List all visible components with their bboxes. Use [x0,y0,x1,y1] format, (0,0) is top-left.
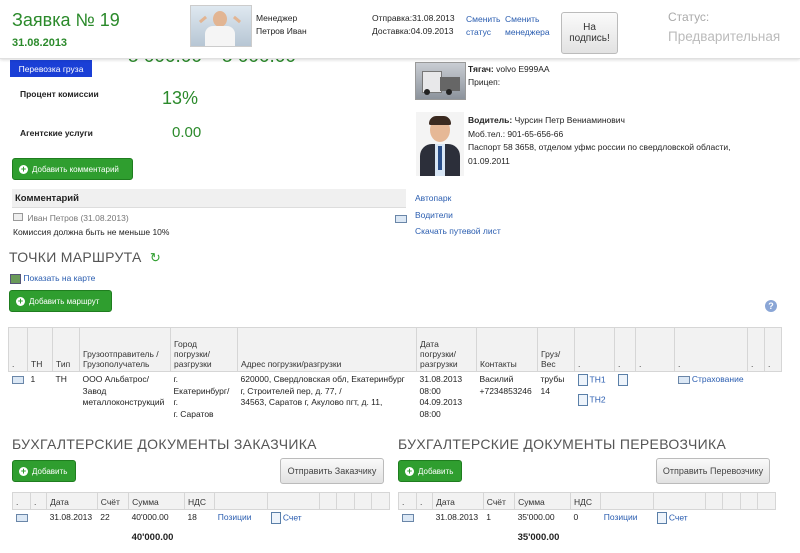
trailer-label: Прицеп: [468,77,501,87]
positions-link[interactable]: Позиции [218,512,252,522]
document-icon [656,512,667,524]
plus-icon: + [19,465,28,476]
copy-icon[interactable] [615,372,636,423]
col-header: . [614,327,636,372]
col-header: . [635,327,675,372]
doc-link-th1[interactable]: ТН1 [577,374,612,386]
arrival-info: Доставка:04.09.2013 [372,26,454,36]
change-manager-link[interactable]: Сменить менеджера [505,13,550,39]
col-header: Адрес погрузки/разгрузки [237,327,417,372]
carrier-docs-title: БУХГАЛТЕРСКИЕ ДОКУМЕНТЫ ПЕРЕВОЗЧИКА [398,436,727,452]
show-map-link[interactable]: Показать на карте [10,273,95,284]
agent-label: Агентские услуги [20,128,93,138]
col-header: . [8,327,28,372]
send-customer-button[interactable]: Отправить Заказчику [280,458,384,484]
help-icon[interactable]: ? [765,300,777,312]
order-date: 31.08.2013 [12,37,68,49]
refresh-icon[interactable]: ↻ [150,250,161,265]
change-status-link[interactable]: Сменить статус [466,13,500,39]
commission-value: 13% [162,88,199,108]
driver-photo [416,112,464,176]
route-table: . ТН Тип Грузоотправитель /Грузополучате… [8,327,782,422]
carrier-total: 35'000.00 [517,532,560,543]
row-edit-icon[interactable] [399,510,417,527]
customer-total: 40'000.00 [131,532,174,543]
plus-icon: + [19,163,28,174]
agent-value: 0.00 [172,124,202,141]
comments-panel: Комментарий [12,189,406,208]
customer-docs-table: . . Дата Счёт Сумма НДС 31.08.2013 22 40… [12,492,390,545]
comment-text: Комиссия должна быть не меньше 10% [13,227,170,237]
table-row: 31.08.2013 22 40'000.00 18 Позиции Счет [13,510,390,527]
cargo-tab[interactable]: Перевозка груза [10,60,92,77]
doc-link-th2[interactable]: ТН2 [577,394,612,406]
insurance-icon [677,375,690,384]
tractor-info: Тягач: volvo E999AA [468,64,550,74]
col-header: ТН [27,327,53,372]
comment-author: Иван Петров (31.08.2013) [13,213,129,223]
status-value: Предварительная [668,29,781,44]
col-header: . [674,327,748,372]
route-title: ТОЧКИ МАРШРУТА ↻ [9,249,162,265]
map-icon [10,273,21,284]
add-route-button[interactable]: + Добавить маршрут [9,290,112,312]
document-icon [577,374,588,386]
table-row: 31.08.2013 1 35'000.00 0 Позиции Счет [399,510,776,527]
customer-add-button[interactable]: + Добавить [12,460,76,482]
plus-icon: + [16,295,25,306]
document-icon [270,512,281,524]
fleet-link[interactable]: Автопарк [415,193,451,203]
col-header: Дата погрузки/ разгрузки [416,327,477,372]
sign-button[interactable]: На подпись! [561,12,618,54]
carrier-docs-table: . . Дата Счёт Сумма НДС 31.08.2013 1 35'… [398,492,776,545]
bill-link[interactable]: Счет [268,510,319,527]
driver-info: Водитель: Чурсин Петр Вениаминович Моб.т… [468,115,731,166]
table-row: 1 ТН ООО Альбатрос/Завод металлоконструкц… [9,372,782,423]
manager-name: Петров Иван [256,26,307,36]
col-header: . [764,327,782,372]
commission-label: Процент комиссии [20,89,99,99]
send-carrier-button[interactable]: Отправить Перевозчику [656,458,770,484]
comments-title: Комментарий [15,193,79,204]
plus-icon: + [405,465,414,476]
positions-link[interactable]: Позиции [604,512,638,522]
waybill-link[interactable]: Скачать путевой лист [415,226,501,236]
truck-photo [415,62,466,100]
comment-edit-icon[interactable] [395,213,407,223]
col-header: Груз/ Вес [537,327,575,372]
order-title: Заявка № 19 [12,10,120,30]
order-header: Заявка № 19 31.08.2013 Менеджер Петров И… [0,0,800,59]
envelope-icon [13,213,23,221]
row-edit-icon[interactable] [9,372,28,423]
row-edit-icon[interactable] [13,510,31,527]
add-comment-button[interactable]: + Добавить комментарий [12,158,133,180]
manager-avatar [190,5,252,47]
status-label: Статус: [668,10,710,24]
col-header: Контакты [476,327,538,372]
insurance-link[interactable]: Страхование [675,372,748,423]
col-header: Грузоотправитель /Грузополучатель [79,327,171,372]
document-icon [577,394,588,406]
carrier-add-button[interactable]: + Добавить [398,460,462,482]
col-header: Город погрузки/ разгрузки [170,327,238,372]
customer-docs-title: БУХГАЛТЕРСКИЕ ДОКУМЕНТЫ ЗАКАЗЧИКА [12,436,317,452]
col-header: . [574,327,615,372]
departure-info: Отправка:31.08.2013 [372,13,455,23]
col-header: Тип [52,327,80,372]
manager-label: Менеджер [256,13,298,23]
col-header: . [747,327,765,372]
bill-link[interactable]: Счет [654,510,705,527]
drivers-link[interactable]: Водители [415,210,453,220]
